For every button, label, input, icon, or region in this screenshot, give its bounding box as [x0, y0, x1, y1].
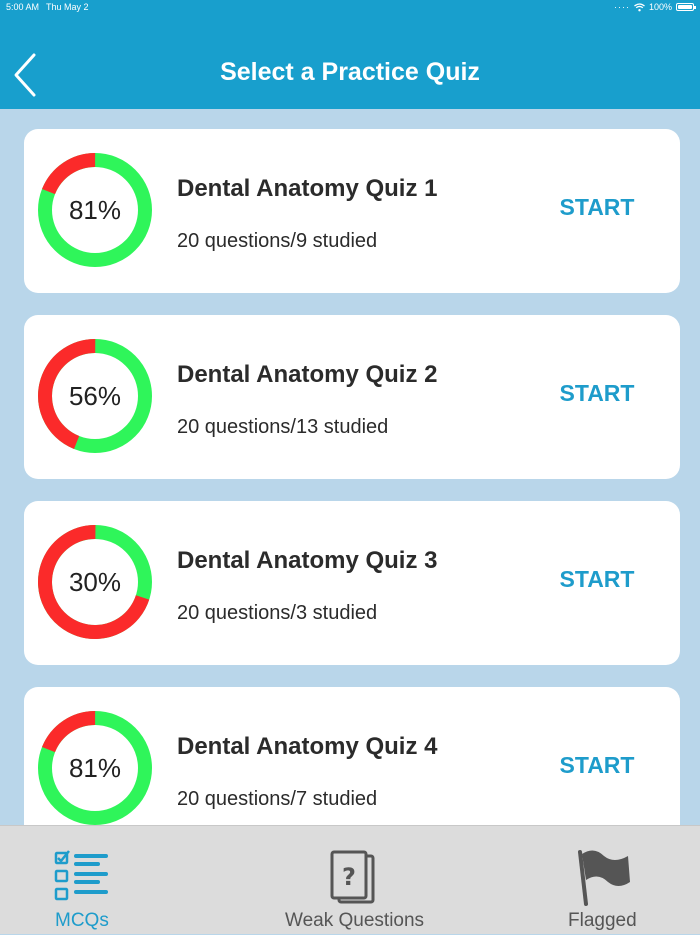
quiz-title: Dental Anatomy Quiz 1: [177, 175, 438, 202]
quiz-title: Dental Anatomy Quiz 3: [177, 547, 438, 574]
signal-dots-icon: ····: [613, 2, 630, 12]
quiz-title: Dental Anatomy Quiz 4: [177, 733, 438, 760]
tab-bar: MCQs ? Weak Questions Flagged: [0, 825, 700, 934]
tab-mcqs[interactable]: MCQs: [0, 826, 170, 935]
page-title: Select a Practice Quiz: [220, 58, 480, 86]
tab-label: Flagged: [568, 910, 637, 931]
quiz-card[interactable]: 30% Dental Anatomy Quiz 3 20 questions/3…: [24, 501, 680, 665]
progress-percent: 81%: [68, 194, 122, 225]
start-button[interactable]: START: [549, 749, 645, 781]
quiz-card[interactable]: 81% Dental Anatomy Quiz 4 20 questions/7…: [24, 687, 680, 825]
status-bar: 5:00 AM Thu May 2 ···· 100%: [0, 0, 700, 14]
start-button[interactable]: START: [549, 563, 645, 595]
battery-percent: 100%: [648, 2, 672, 12]
quiz-subtitle: 20 questions/3 studied: [177, 602, 378, 624]
quiz-subtitle: 20 questions/7 studied: [177, 788, 378, 810]
start-button[interactable]: START: [549, 377, 645, 409]
status-indicators: ···· 100%: [613, 2, 696, 12]
navigation-header: 5:00 AM Thu May 2 ···· 100% Select a Pra…: [0, 0, 700, 109]
quiz-subtitle: 20 questions/9 studied: [177, 230, 378, 252]
quiz-title: Dental Anatomy Quiz 2: [177, 361, 438, 388]
tab-label: MCQs: [55, 910, 109, 931]
battery-icon: [676, 3, 696, 11]
quiz-list[interactable]: 81% Dental Anatomy Quiz 1 20 questions/9…: [0, 109, 700, 825]
progress-percent: 81%: [68, 752, 122, 783]
quiz-subtitle: 20 questions/13 studied: [177, 416, 389, 438]
question-cards-icon: ?: [330, 850, 375, 904]
progress-percent: 56%: [68, 380, 122, 411]
quiz-card[interactable]: 81% Dental Anatomy Quiz 1 20 questions/9…: [24, 129, 680, 293]
wifi-icon: [634, 2, 645, 11]
progress-percent: 30%: [68, 566, 122, 597]
status-date: Thu May 2: [46, 2, 89, 12]
tab-flagged[interactable]: Flagged: [540, 826, 700, 935]
flag-icon: [578, 850, 630, 906]
checklist-icon: [54, 850, 108, 901]
tab-label: Weak Questions: [285, 910, 425, 931]
quiz-card[interactable]: 56% Dental Anatomy Quiz 2 20 questions/1…: [24, 315, 680, 479]
status-time: 5:00 AM: [6, 2, 40, 12]
start-button[interactable]: START: [549, 191, 645, 223]
tab-weak-questions[interactable]: ? Weak Questions: [240, 826, 460, 935]
svg-text:?: ?: [342, 863, 356, 891]
